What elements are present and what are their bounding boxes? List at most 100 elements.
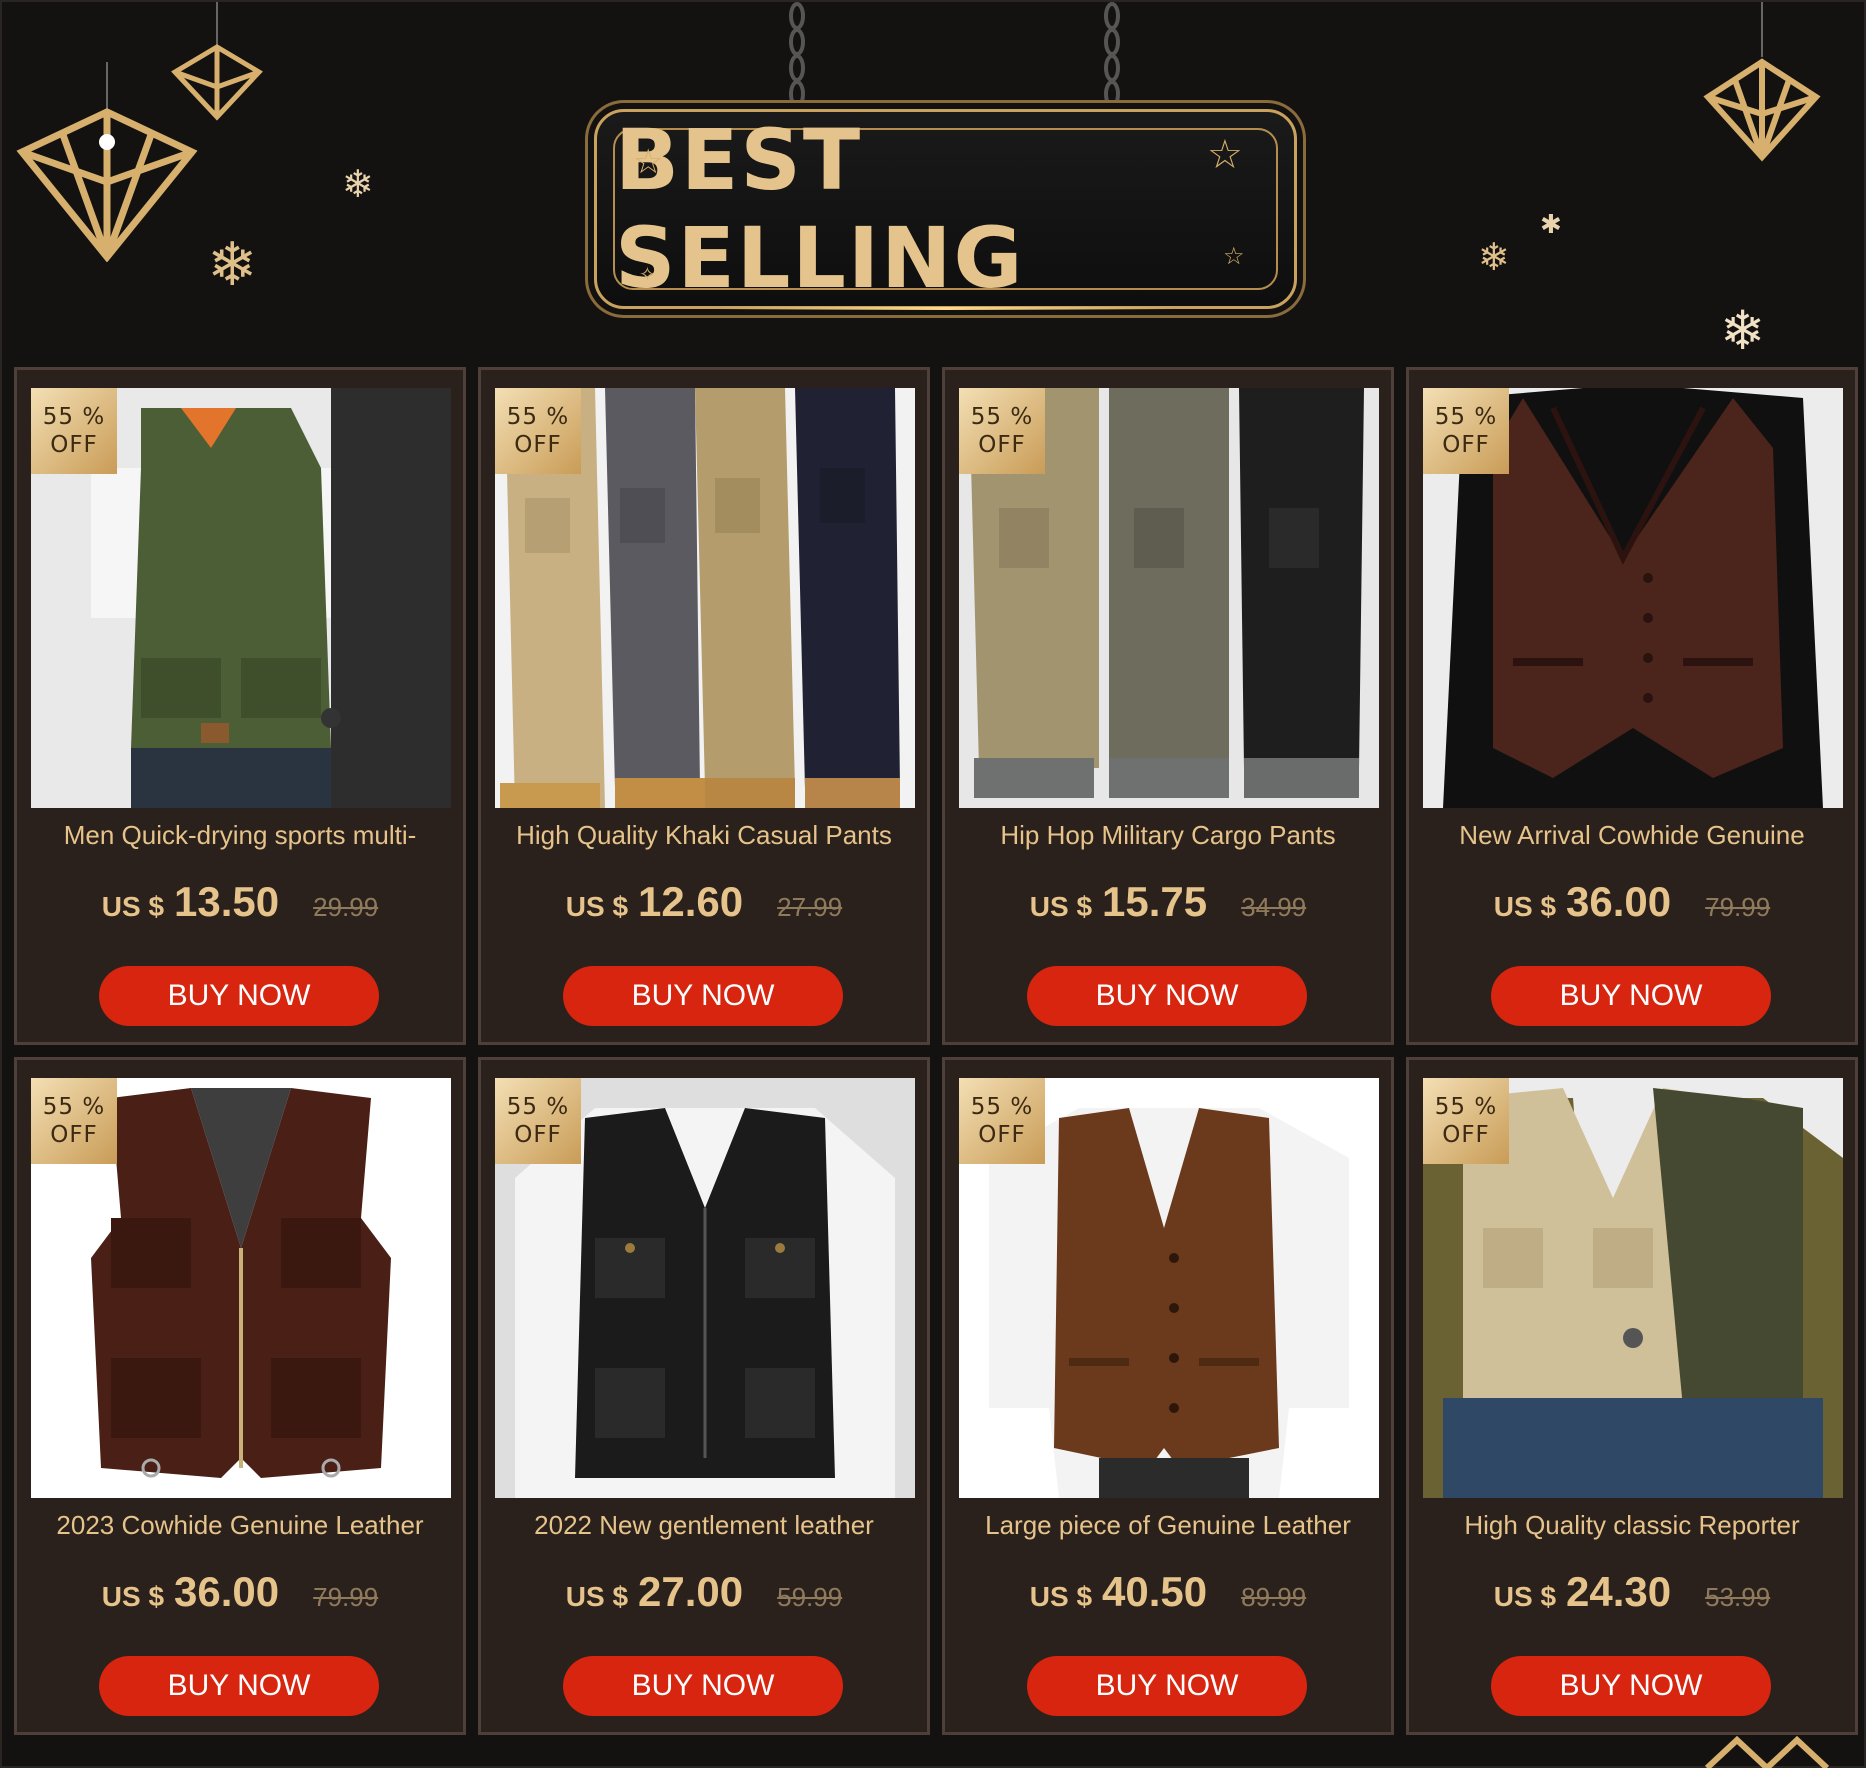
discount-off-label: OFF <box>1442 1122 1490 1148</box>
original-price: 79.99 <box>313 1582 379 1612</box>
price-row: US $ 15.75 34.99 <box>945 878 1391 926</box>
price-row: US $ 36.00 79.99 <box>1409 878 1855 926</box>
best-selling-page: ❄ ❄ ❄ ✱ ❄ BEST SELLING ☆ ☆ ☆ ✧ 55 % OFF … <box>0 0 1866 1768</box>
currency-label: US $ <box>1029 1581 1093 1612</box>
star-icon: ✧ <box>639 262 656 286</box>
price-row: US $ 40.50 89.99 <box>945 1568 1391 1616</box>
original-price: 79.99 <box>1705 892 1771 922</box>
product-card[interactable]: 55 % OFF High Quality classic Reporter U… <box>1406 1057 1858 1735</box>
original-price: 34.99 <box>1241 892 1307 922</box>
price-row: US $ 27.00 59.99 <box>481 1568 927 1616</box>
discount-off-label: OFF <box>978 432 1026 458</box>
snowflake-icon: ❄ <box>1478 235 1510 279</box>
sale-price: 27.00 <box>638 1568 744 1615</box>
original-price: 89.99 <box>1241 1582 1307 1612</box>
product-card[interactable]: 55 % OFF Men Quick-drying sports multi- … <box>14 367 466 1045</box>
discount-percent: 55 % <box>1434 404 1498 430</box>
original-price: 27.99 <box>777 892 843 922</box>
currency-label: US $ <box>565 1581 629 1612</box>
discount-off-label: OFF <box>50 1122 98 1148</box>
banner-glow <box>717 307 1174 310</box>
star-icon: ☆ <box>633 142 664 182</box>
discount-badge: 55 % OFF <box>31 388 117 474</box>
product-card[interactable]: 55 % OFF 2022 New gentlement leather US … <box>478 1057 930 1735</box>
product-title[interactable]: 2023 Cowhide Genuine Leather <box>17 1510 463 1541</box>
product-card[interactable]: 55 % OFF Large piece of Genuine Leather … <box>942 1057 1394 1735</box>
discount-badge: 55 % OFF <box>495 1078 581 1164</box>
snowflake-icon: ✱ <box>1540 210 1562 240</box>
product-title[interactable]: 2022 New gentlement leather <box>481 1510 927 1541</box>
original-price: 29.99 <box>313 892 379 922</box>
discount-badge: 55 % OFF <box>1423 1078 1509 1164</box>
discount-off-label: OFF <box>50 432 98 458</box>
discount-off-label: OFF <box>978 1122 1026 1148</box>
original-price: 53.99 <box>1705 1582 1771 1612</box>
buy-now-button[interactable]: BUY NOW <box>1027 1656 1307 1716</box>
buy-now-button[interactable]: BUY NOW <box>563 1656 843 1716</box>
best-selling-banner: BEST SELLING ☆ ☆ ☆ ✧ <box>594 109 1297 310</box>
snowflake-icon: ❄ <box>207 230 258 300</box>
buy-now-button[interactable]: BUY NOW <box>99 966 379 1026</box>
discount-percent: 55 % <box>506 1094 570 1120</box>
product-title[interactable]: High Quality classic Reporter <box>1409 1510 1855 1541</box>
sale-price: 40.50 <box>1102 1568 1208 1615</box>
sale-price: 12.60 <box>638 878 744 925</box>
buy-now-button[interactable]: BUY NOW <box>99 1656 379 1716</box>
product-card[interactable]: 55 % OFF Hip Hop Military Cargo Pants US… <box>942 367 1394 1045</box>
buy-now-button[interactable]: BUY NOW <box>1027 966 1307 1026</box>
star-icon: ☆ <box>1223 242 1245 270</box>
product-grid: 55 % OFF Men Quick-drying sports multi- … <box>14 367 1858 1735</box>
discount-percent: 55 % <box>970 1094 1034 1120</box>
currency-label: US $ <box>101 891 165 922</box>
discount-badge: 55 % OFF <box>1423 388 1509 474</box>
currency-label: US $ <box>1493 1581 1557 1612</box>
gold-diamond-ornament-right <box>1703 2 1821 162</box>
currency-label: US $ <box>565 891 629 922</box>
discount-badge: 55 % OFF <box>959 1078 1045 1164</box>
currency-label: US $ <box>1493 891 1557 922</box>
product-title[interactable]: New Arrival Cowhide Genuine <box>1409 820 1855 851</box>
star-icon: ☆ <box>1207 132 1243 178</box>
sale-price: 24.30 <box>1566 1568 1672 1615</box>
price-row: US $ 36.00 79.99 <box>17 1568 463 1616</box>
buy-now-button[interactable]: BUY NOW <box>1491 966 1771 1026</box>
product-title[interactable]: Men Quick-drying sports multi- <box>17 820 463 851</box>
product-card[interactable]: 55 % OFF New Arrival Cowhide Genuine US … <box>1406 367 1858 1045</box>
original-price: 59.99 <box>777 1582 843 1612</box>
discount-badge: 55 % OFF <box>31 1078 117 1164</box>
discount-off-label: OFF <box>514 432 562 458</box>
banner-frame: BEST SELLING <box>613 111 1278 307</box>
sale-price: 36.00 <box>1566 878 1672 925</box>
discount-percent: 55 % <box>42 404 106 430</box>
currency-label: US $ <box>1029 891 1093 922</box>
discount-percent: 55 % <box>42 1094 106 1120</box>
currency-label: US $ <box>101 1581 165 1612</box>
sale-price: 15.75 <box>1102 878 1208 925</box>
product-card[interactable]: 55 % OFF High Quality Khaki Casual Pants… <box>478 367 930 1045</box>
gold-diamond-ornament-bottom <box>1704 1735 1830 1768</box>
banner-title: BEST SELLING <box>615 111 1025 307</box>
product-title[interactable]: High Quality Khaki Casual Pants <box>481 820 927 851</box>
snowflake-icon: ❄ <box>1720 299 1766 362</box>
chain-decoration-right <box>1104 2 1120 108</box>
snowflake-icon: ❄ <box>342 162 374 206</box>
sale-price: 13.50 <box>174 878 280 925</box>
discount-badge: 55 % OFF <box>959 388 1045 474</box>
discount-percent: 55 % <box>1434 1094 1498 1120</box>
price-row: US $ 12.60 27.99 <box>481 878 927 926</box>
chain-decoration-left <box>789 2 805 108</box>
buy-now-button[interactable]: BUY NOW <box>563 966 843 1026</box>
price-row: US $ 24.30 53.99 <box>1409 1568 1855 1616</box>
discount-off-label: OFF <box>514 1122 562 1148</box>
gold-diamond-ornament-small <box>171 2 263 121</box>
product-title[interactable]: Hip Hop Military Cargo Pants <box>945 820 1391 851</box>
product-title[interactable]: Large piece of Genuine Leather <box>945 1510 1391 1541</box>
discount-percent: 55 % <box>970 404 1034 430</box>
discount-off-label: OFF <box>1442 432 1490 458</box>
discount-percent: 55 % <box>506 404 570 430</box>
sale-price: 36.00 <box>174 1568 280 1615</box>
price-row: US $ 13.50 29.99 <box>17 878 463 926</box>
product-card[interactable]: 55 % OFF 2023 Cowhide Genuine Leather US… <box>14 1057 466 1735</box>
discount-badge: 55 % OFF <box>495 388 581 474</box>
buy-now-button[interactable]: BUY NOW <box>1491 1656 1771 1716</box>
